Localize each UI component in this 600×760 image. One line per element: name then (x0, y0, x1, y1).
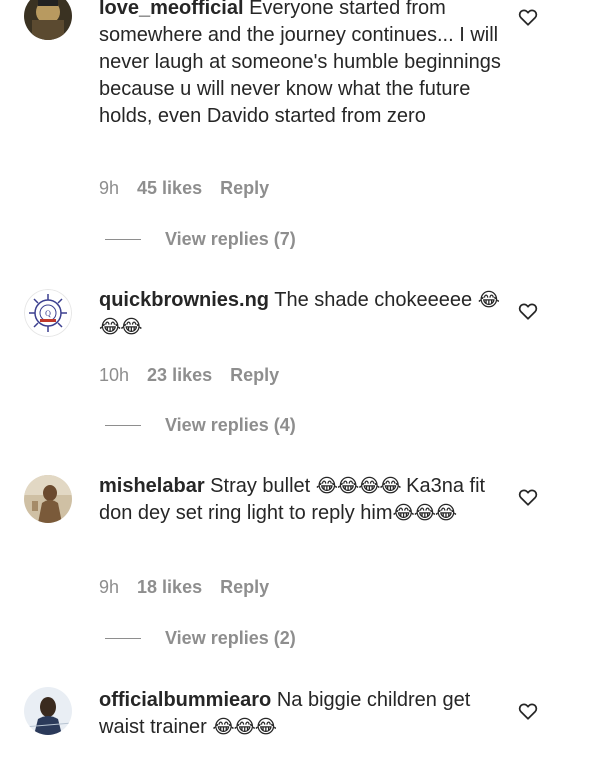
replies-divider (105, 638, 141, 639)
comment-body: mishelabar Stray bullet 😂😂😂😂 Ka3na fit d… (99, 473, 509, 527)
comment-text: Everyone started from somewhere and the … (99, 0, 501, 127)
comment-time: 10h (99, 365, 130, 385)
comment-text: Stray bullet (210, 475, 311, 497)
comment-body: quickbrownies.ng The shade chokeeeee 😂😂😂 (99, 287, 509, 341)
view-replies-label: View replies (4) (165, 415, 296, 435)
comment-time: 9h (99, 577, 120, 597)
comment-likes[interactable]: 18 likes (137, 577, 202, 598)
comment-likes[interactable]: 45 likes (137, 178, 202, 199)
view-replies-button[interactable]: View replies (7) (105, 229, 296, 250)
comment-emojis: 😂😂😂 (392, 503, 458, 524)
replies-divider (105, 239, 141, 240)
comment-text: The shade chokeeeee (274, 289, 473, 311)
heart-icon[interactable] (517, 300, 539, 322)
view-replies-button[interactable]: View replies (2) (105, 628, 296, 649)
view-replies-button[interactable]: View replies (4) (105, 415, 296, 436)
comment-meta: 9h 45 likes Reply (99, 178, 269, 199)
comment-username[interactable]: mishelabar (99, 475, 205, 497)
comment-body: love_meofficial Everyone started from so… (99, 0, 509, 130)
comment-username[interactable]: love_meofficial (99, 0, 244, 19)
view-replies-label: View replies (7) (165, 229, 296, 249)
comment-meta: 10h 23 likes Reply (99, 365, 279, 386)
reply-button[interactable]: Reply (230, 365, 279, 386)
comment-time: 9h (99, 178, 120, 198)
comment-emojis: 😂😂😂 (212, 717, 277, 738)
comment-emojis: 😂😂😂😂 (315, 476, 402, 497)
svg-text:Q: Q (45, 309, 51, 318)
comment-likes[interactable]: 23 likes (147, 365, 212, 386)
avatar[interactable] (24, 0, 72, 40)
comment-username[interactable]: quickbrownies.ng (99, 289, 269, 311)
comment-body: officialbummiearo Na biggie children get… (99, 687, 509, 741)
reply-button[interactable]: Reply (220, 178, 269, 199)
avatar[interactable] (24, 687, 72, 735)
comment-meta: 9h 18 likes Reply (99, 577, 269, 598)
heart-icon[interactable] (517, 486, 539, 508)
avatar[interactable] (24, 475, 72, 523)
replies-divider (105, 425, 141, 426)
heart-icon[interactable] (517, 6, 539, 28)
heart-icon[interactable] (517, 700, 539, 722)
comment-username[interactable]: officialbummiearo (99, 689, 271, 711)
avatar[interactable]: Q (24, 289, 72, 337)
view-replies-label: View replies (2) (165, 628, 296, 648)
reply-button[interactable]: Reply (220, 577, 269, 598)
